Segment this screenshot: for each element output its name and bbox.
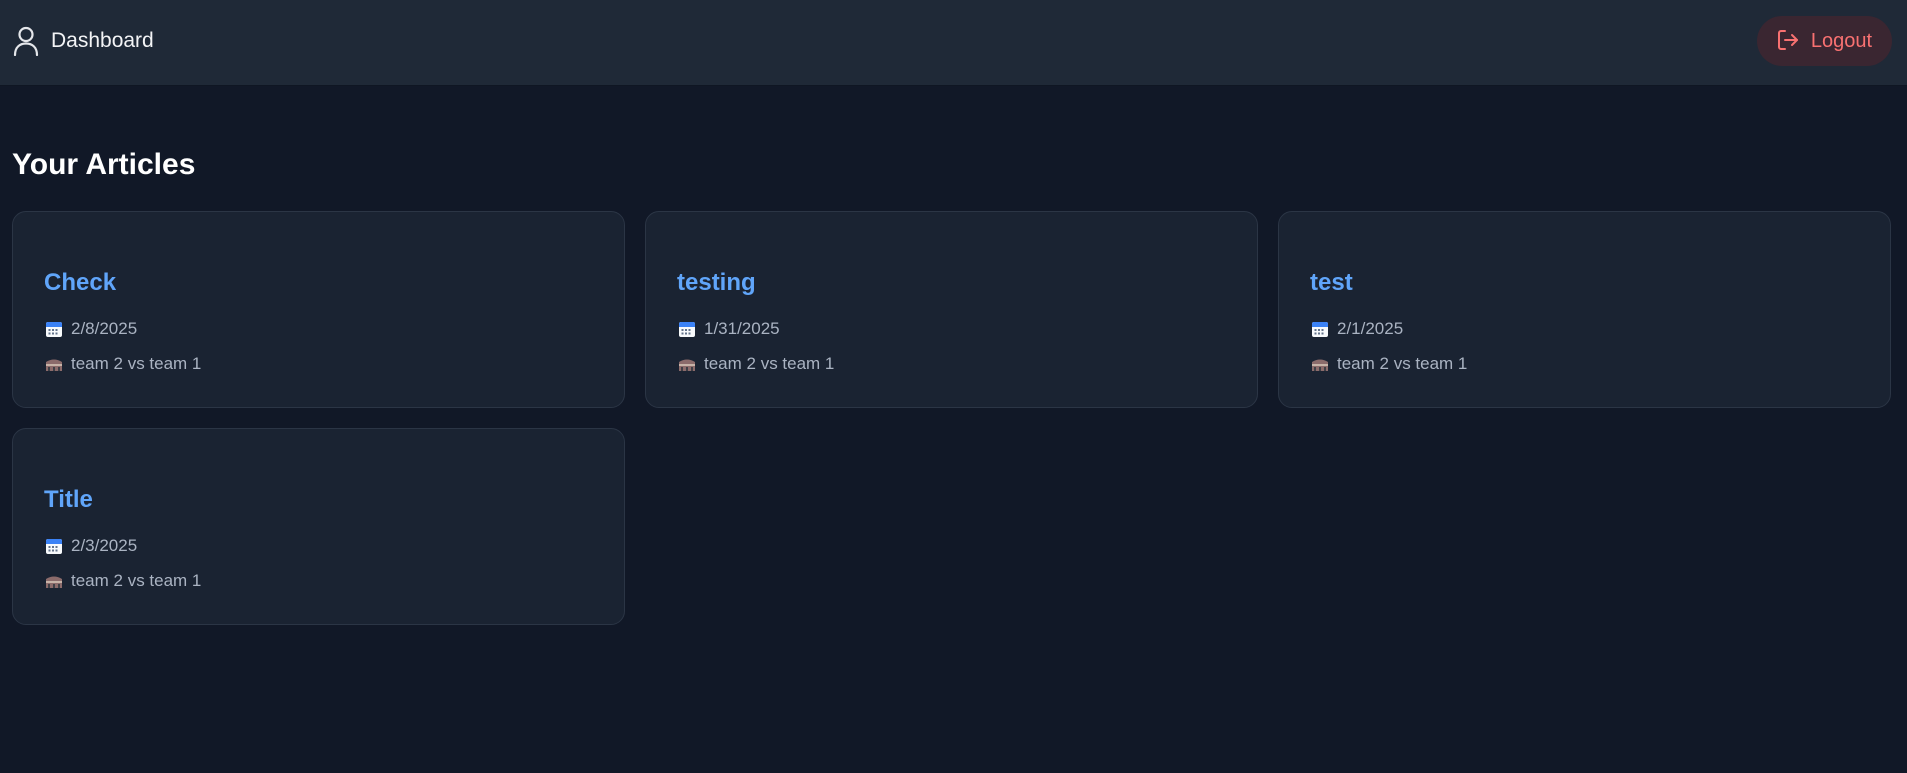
article-card[interactable]: Check 2/8/2025 team 2 vs team 1 — [12, 211, 625, 408]
article-date: 2/3/2025 — [45, 535, 594, 557]
stadium-icon — [1311, 355, 1329, 373]
calendar-icon — [45, 320, 63, 338]
section-title: Your Articles — [12, 148, 196, 181]
article-date-text: 2/8/2025 — [71, 319, 138, 338]
logout-icon — [1777, 29, 1799, 54]
article-card[interactable]: test 2/1/2025 team 2 vs team 1 — [1278, 211, 1891, 408]
stadium-icon — [45, 572, 63, 590]
article-match-text: team 2 vs team 1 — [704, 354, 835, 373]
article-date-text: 1/31/2025 — [704, 319, 780, 338]
article-date: 2/8/2025 — [45, 318, 594, 340]
article-date: 1/31/2025 — [678, 318, 1227, 340]
article-date-text: 2/3/2025 — [71, 536, 138, 555]
article-card[interactable]: testing 1/31/2025 team 2 vs team 1 — [645, 211, 1258, 408]
page-title: Dashboard — [51, 29, 154, 52]
article-title: test — [1310, 269, 1353, 296]
article-date-text: 2/1/2025 — [1337, 319, 1404, 338]
stadium-icon — [678, 355, 696, 373]
article-date: 2/1/2025 — [1311, 318, 1860, 340]
article-match: team 2 vs team 1 — [45, 353, 594, 375]
calendar-icon — [1311, 320, 1329, 338]
article-match: team 2 vs team 1 — [678, 353, 1227, 375]
logout-label: Logout — [1810, 29, 1873, 52]
calendar-icon — [678, 320, 696, 338]
user-icon — [13, 26, 39, 56]
article-match-text: team 2 vs team 1 — [71, 571, 202, 590]
article-title: Check — [44, 269, 117, 296]
article-match-text: team 2 vs team 1 — [71, 354, 202, 373]
dashboard-brand: Dashboard — [13, 26, 154, 56]
article-match: team 2 vs team 1 — [45, 570, 594, 592]
article-card[interactable]: Title 2/3/2025 team 2 vs team 1 — [12, 428, 625, 625]
article-title: Title — [44, 486, 93, 513]
stadium-icon — [45, 355, 63, 373]
article-title: testing — [677, 269, 756, 296]
logout-button[interactable]: Logout — [1757, 16, 1892, 66]
top-navigation-bar: Dashboard Logout — [0, 0, 1907, 86]
article-match-text: team 2 vs team 1 — [1337, 354, 1468, 373]
calendar-icon — [45, 537, 63, 555]
articles-grid: Check 2/8/2025 team 2 vs team 1 testing … — [12, 211, 1892, 625]
article-match: team 2 vs team 1 — [1311, 353, 1860, 375]
